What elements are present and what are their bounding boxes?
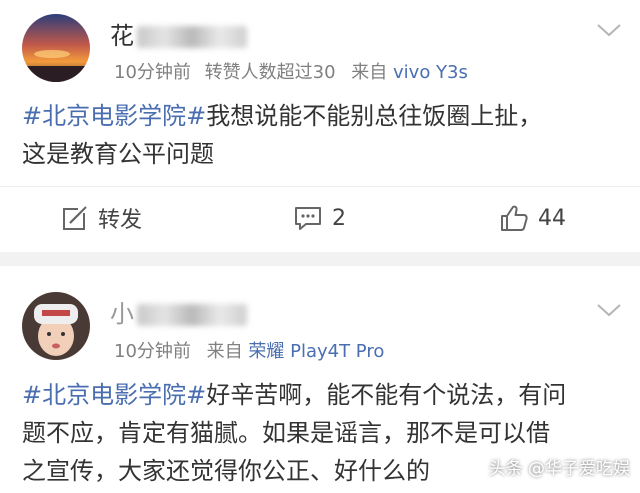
source-prefix: 来自: [206, 341, 243, 362]
post-time: 10分钟前: [114, 341, 191, 362]
chevron-down-icon[interactable]: [596, 22, 622, 38]
content-line: #北京电影学院#我想说能不能别总往饭圈上扯，: [22, 97, 618, 135]
post-text: 我想说能不能别总往饭圈上扯，: [206, 102, 543, 130]
comment-button[interactable]: 2: [294, 198, 346, 238]
post-meta: 10分钟前 转赞人数超过30 来自 vivo Y3s: [114, 58, 468, 84]
post-content: #北京电影学院#我想说能不能别总往饭圈上扯， 这是教育公平问题: [22, 97, 618, 173]
like-count: 44: [538, 205, 566, 231]
hashtag[interactable]: #北京电影学院#: [22, 102, 206, 130]
watermark-text: 头条 @华子爱吃娱: [488, 459, 630, 479]
repost-stat: 转赞人数超过30: [204, 62, 336, 83]
username-text: 小: [110, 300, 135, 328]
post-text: 题不应，肯定有猫腻。如果是谣言，那不是可以借: [22, 419, 550, 447]
repost-icon: [63, 205, 88, 230]
post-actions: 转发 2 44: [0, 198, 640, 238]
user-avatar[interactable]: [22, 14, 90, 82]
username-text: 花: [110, 22, 135, 50]
redacted-name: [137, 26, 247, 48]
source-prefix: 来自: [351, 62, 388, 83]
watermark: 头条 @华子爱吃娱: [485, 454, 630, 479]
divider: [0, 186, 640, 187]
redacted-name: [137, 304, 247, 326]
weibo-post: 花 10分钟前 转赞人数超过30 来自 vivo Y3s #北京电影学院#我想说…: [0, 0, 640, 252]
like-button[interactable]: 44: [500, 198, 566, 238]
comment-count: 2: [332, 205, 346, 231]
chevron-down-icon[interactable]: [596, 302, 622, 318]
repost-label: 转发: [98, 208, 143, 233]
post-meta: 10分钟前 来自 荣耀 Play4T Pro: [114, 337, 384, 363]
repost-button[interactable]: 转发: [62, 198, 142, 238]
thumbs-up-icon: [501, 205, 528, 231]
comment-icon: [295, 207, 321, 230]
post-time: 10分钟前: [114, 62, 191, 83]
post-text: 这是教育公平问题: [22, 140, 214, 168]
content-line: #北京电影学院#好辛苦啊，能不能有个说法，有问: [22, 376, 618, 414]
post-text: 好辛苦啊，能不能有个说法，有问: [206, 381, 567, 409]
hashtag[interactable]: #北京电影学院#: [22, 381, 206, 409]
username[interactable]: 小: [110, 294, 247, 329]
post-separator: [0, 252, 640, 266]
username[interactable]: 花: [110, 16, 247, 51]
source-device[interactable]: 荣耀 Play4T Pro: [248, 341, 384, 362]
source-device[interactable]: vivo Y3s: [393, 62, 468, 83]
user-avatar[interactable]: [22, 292, 90, 360]
